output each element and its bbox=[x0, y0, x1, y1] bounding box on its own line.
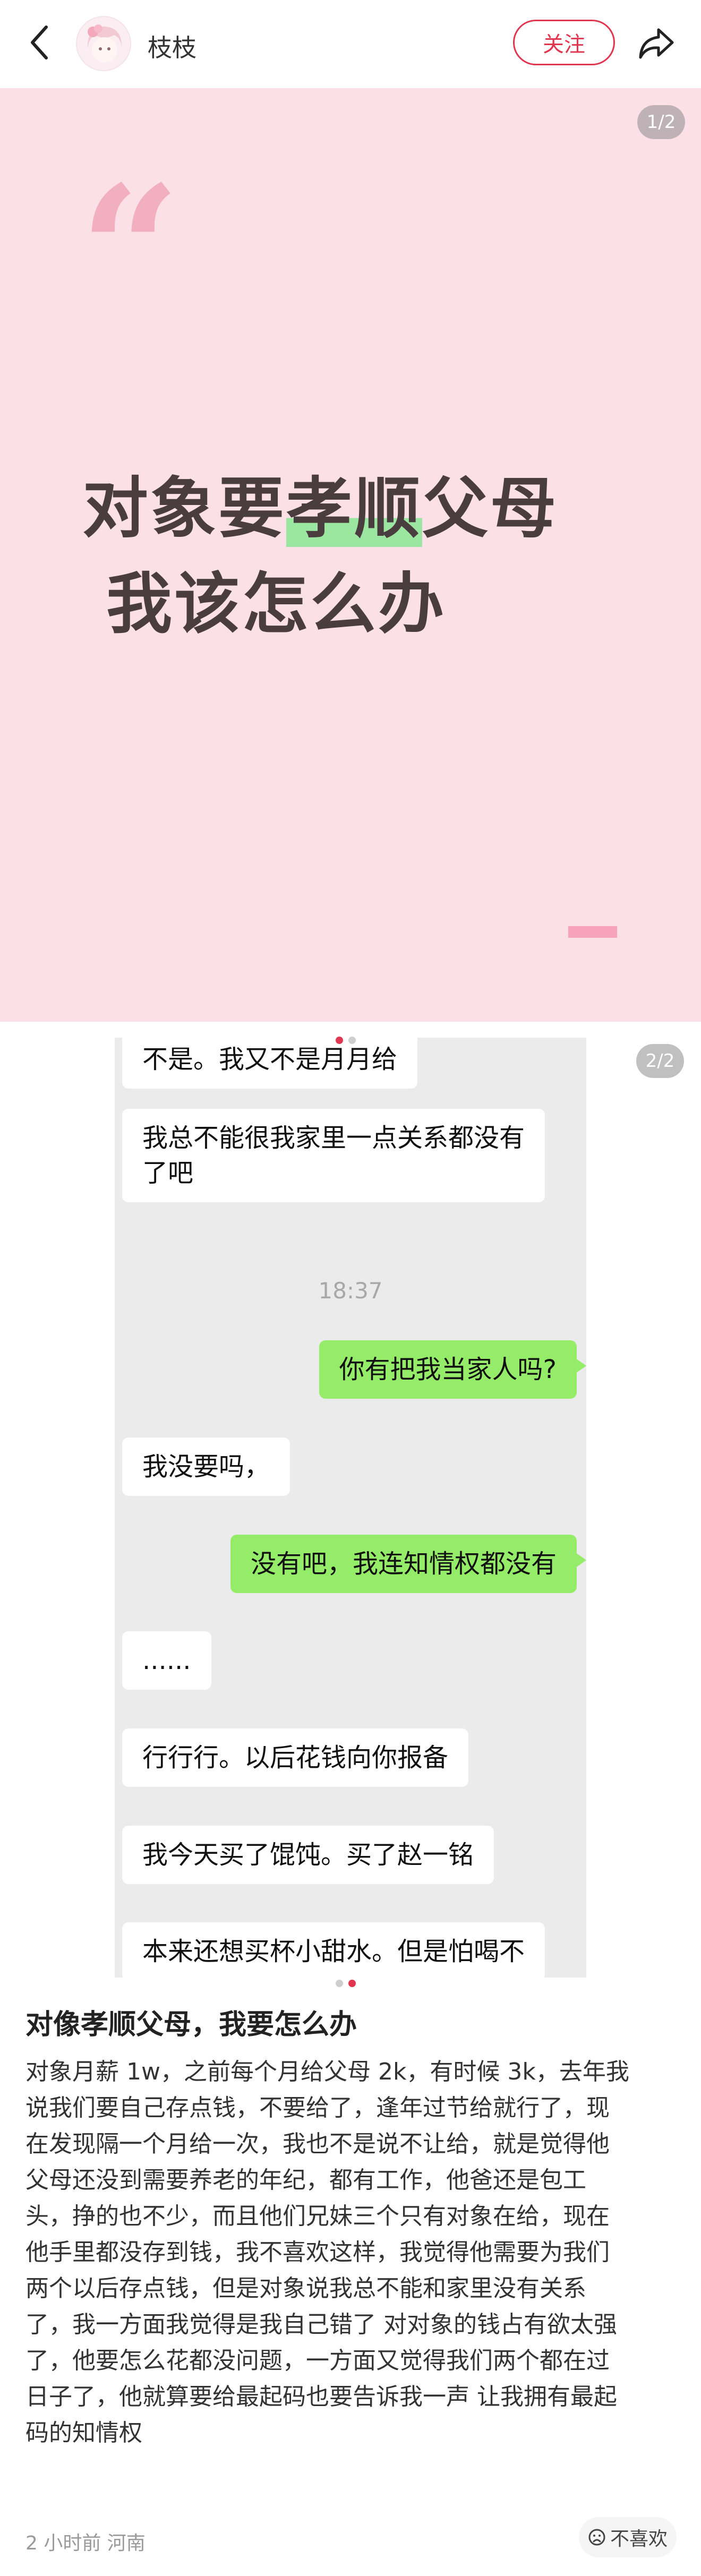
back-button[interactable] bbox=[20, 21, 57, 64]
image-slide-1[interactable]: 1/2 “ 对象要孝顺父母 我该怎么办 bbox=[0, 88, 701, 1022]
chat-message: 我没要吗， bbox=[122, 1437, 290, 1496]
highlighted-word: 孝顺 bbox=[286, 470, 423, 547]
carousel-dot bbox=[336, 1037, 343, 1044]
follow-button[interactable]: 关注 bbox=[513, 20, 615, 65]
dislike-button[interactable]: 不喜欢 bbox=[579, 2517, 677, 2557]
chevron-left-icon bbox=[31, 25, 48, 59]
carousel-dot bbox=[348, 1037, 356, 1044]
avatar[interactable] bbox=[76, 16, 131, 71]
post-body-line: 说我们要自己存点钱，不要给了，逢年过节给就行了，现 bbox=[25, 2094, 610, 2121]
chat-timestamp: 18:37 bbox=[318, 1278, 383, 1304]
chat-message: 本来还想买杯小甜水。但是怕喝不 bbox=[122, 1922, 545, 1978]
quote-mark-icon: “ bbox=[80, 147, 181, 353]
post-body-line: 在发现隔一个月给一次，我也不是说不让给，就是觉得他 bbox=[25, 2130, 610, 2158]
chat-message: 不是。我又不是月月给 bbox=[122, 1038, 418, 1089]
chat-message: 我总不能很我家里一点关系都没有 了吧 bbox=[122, 1109, 545, 1202]
post-body-line: 了，他要怎么花都没问题，一方面又觉得我们两个都在过 bbox=[25, 2347, 610, 2374]
username[interactable]: 枝枝 bbox=[148, 29, 196, 64]
post-body-line: 他手里都没存到钱，我不喜欢这样，我觉得他需要为我们 bbox=[25, 2239, 610, 2266]
share-icon bbox=[639, 28, 674, 59]
carousel-dot[interactable] bbox=[336, 1980, 343, 1987]
chat-message: 你有把我当家人吗? bbox=[319, 1340, 586, 1399]
page-indicator: 1/2 bbox=[637, 105, 685, 139]
decorative-dash bbox=[568, 926, 617, 938]
carousel-dots-top bbox=[336, 1037, 356, 1044]
post-meta: 2 小时前 河南 bbox=[25, 2532, 146, 2554]
post-body: 对象月薪 1w，之前每个月给父母 2k，有时候 3k，去年我 说我们要自己存点钱… bbox=[25, 2054, 679, 2451]
chat-message: 没有吧，我连知情权都没有 bbox=[230, 1535, 586, 1593]
post-body-line: 父母还没到需要养老的年纪，都有工作，他爸还是包工 bbox=[25, 2167, 586, 2194]
chat-message: 我今天买了馄饨。买了赵一铭 bbox=[122, 1826, 494, 1884]
slide-title-line-2: 我该怎么办 bbox=[106, 566, 447, 643]
dislike-label: 不喜欢 bbox=[610, 2528, 668, 2550]
chat-screenshot: 不是。我又不是月月给 我总不能很我家里一点关系都没有 了吧 18:37 你有把我… bbox=[115, 1038, 586, 1978]
image-slide-2[interactable]: 不是。我又不是月月给 我总不能很我家里一点关系都没有 了吧 18:37 你有把我… bbox=[0, 1022, 701, 2004]
carousel-dots[interactable] bbox=[336, 1980, 356, 1987]
post-body-line: 日子了，他就算要给最起码也要告诉我一声 让我拥有最起 bbox=[25, 2383, 617, 2410]
post-body-line: 码的知情权 bbox=[25, 2419, 142, 2446]
carousel-dot[interactable] bbox=[348, 1980, 356, 1987]
slide-title-line-1: 对象要孝顺父母 bbox=[82, 470, 559, 547]
post-body-line: 两个以后存点钱，但是对象说我总不能和家里没有关系 bbox=[25, 2275, 586, 2302]
chat-message: ...... bbox=[122, 1631, 211, 1690]
page-indicator: 2/2 bbox=[636, 1044, 684, 1078]
top-bar: 枝枝 关注 bbox=[0, 0, 701, 88]
post-body-line: 头，挣的也不少，而且他们兄妹三个只有对象在给，现在 bbox=[25, 2203, 610, 2230]
share-button[interactable] bbox=[632, 19, 681, 68]
frown-face-icon bbox=[588, 2529, 605, 2546]
post-body-line: 了，我一方面我觉得是我自己错了 对对象的钱占有欲太强 bbox=[25, 2311, 617, 2338]
post-body-line: 对象月薪 1w，之前每个月给父母 2k，有时候 3k，去年我 bbox=[25, 2058, 629, 2085]
post-title: 对像孝顺父母，我要怎么办 bbox=[25, 2009, 357, 2041]
chat-message: 行行行。以后花钱向你报备 bbox=[122, 1728, 469, 1787]
